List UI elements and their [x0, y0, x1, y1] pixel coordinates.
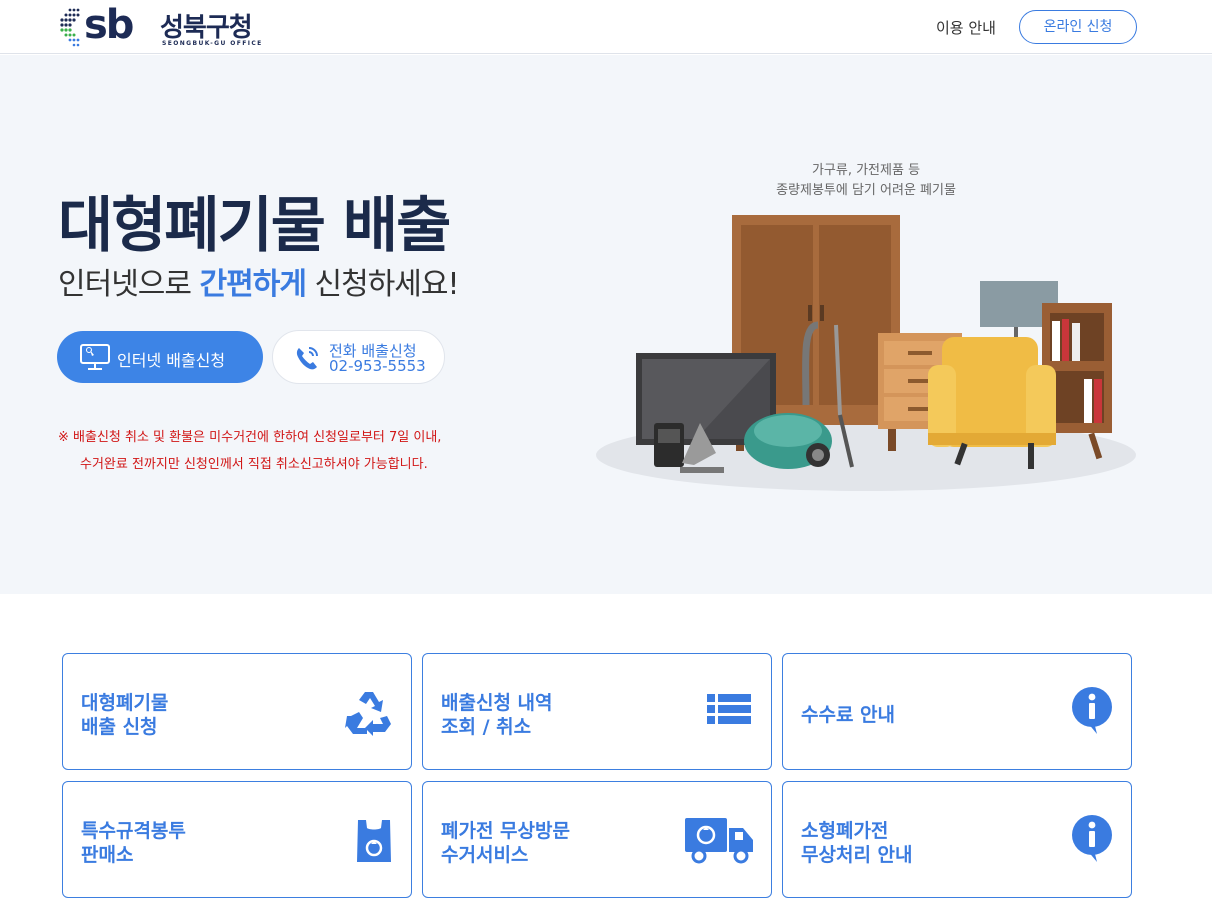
seongbuk-logo[interactable]: sb 성북구청 SEONGBUK-GU OFFICE [56, 2, 276, 50]
internet-apply-button[interactable]: 인터넷 배출신청 [57, 331, 263, 383]
card-label: 수수료 안내 [801, 704, 896, 726]
card-appliance-pickup[interactable]: 폐가전 무상방문 수거서비스 [422, 781, 772, 898]
card-label-line2: 판매소 [81, 844, 134, 866]
card-small-appliance-guide[interactable]: 소형폐가전 무상처리 안내 [782, 781, 1132, 898]
info-icon [1072, 815, 1112, 862]
bulky-waste-illustration [596, 215, 1136, 491]
card-label-line1: 폐가전 무상방문 [441, 820, 570, 842]
subtitle-highlight: 간편하게 [199, 267, 307, 302]
subtitle-post: 신청하세요! [305, 267, 459, 302]
logo-name: 성북구청 [160, 13, 253, 43]
recycle-bag-icon [357, 820, 391, 862]
illustration-caption-2: 종량제봉투에 담기 어려운 폐기물 [776, 183, 956, 198]
card-bulky-waste-apply[interactable]: 대형폐기물 배출 신청 [62, 653, 412, 770]
phone-number: 02-953-5553 [329, 357, 426, 375]
internet-apply-label: 인터넷 배출신청 [117, 351, 226, 370]
card-label-line2: 무상처리 안내 [801, 844, 913, 866]
card-label-line1: 대형폐기물 [81, 692, 169, 714]
info-icon [1072, 687, 1112, 734]
card-bag-stores[interactable]: 특수규격봉투 판매소 [62, 781, 412, 898]
card-label-line1: 배출신청 내역 [441, 692, 553, 714]
subtitle-pre: 인터넷으로 [58, 267, 200, 302]
card-apply-history[interactable]: 배출신청 내역 조회 / 취소 [422, 653, 772, 770]
recycle-icon [345, 692, 391, 736]
hero-title: 대형폐기물 배출 [58, 191, 451, 261]
card-fee-guide[interactable]: 수수료 안내 [782, 653, 1132, 770]
hero-section: 대형폐기물 배출 인터넷으로 간편하게 신청하세요! 인터넷 배출신청 전화 배… [0, 55, 1212, 594]
hero-subtitle: 인터넷으로 간편하게 신청하세요! [58, 259, 460, 303]
site-header: sb 성북구청 SEONGBUK-GU OFFICE 이용 안내 온라인 신청 [0, 0, 1212, 54]
nav-usage-guide[interactable]: 이용 안내 [936, 17, 996, 38]
computer-icon [80, 344, 110, 370]
logo-subtitle: SEONGBUK-GU OFFICE [162, 40, 263, 47]
list-icon [707, 694, 751, 724]
card-label-line2: 수거서비스 [441, 844, 529, 866]
illustration-caption-1: 가구류, 가전제품 등 [811, 163, 921, 178]
cancel-notice-line2: 수거완료 전까지만 신청인께서 직접 취소신고하셔야 가능합니다. [80, 457, 428, 472]
card-label-line2: 배출 신청 [81, 716, 158, 738]
logo-mark: sb [84, 2, 134, 48]
card-label-line2: 조회 / 취소 [441, 716, 532, 738]
card-label-line1: 특수규격봉투 [81, 820, 186, 842]
truck-icon [685, 818, 753, 864]
nav-online-apply-button[interactable]: 온라인 신청 [1019, 10, 1137, 44]
phone-apply-button[interactable]: 전화 배출신청 02-953-5553 [272, 330, 445, 384]
card-label-line1: 소형폐가전 [801, 820, 889, 842]
phone-icon [296, 347, 318, 370]
cancel-notice-line1: ※ 배출신청 취소 및 환불은 미수거건에 한하여 신청일로부터 7일 이내, [58, 430, 442, 445]
logo-emblem-icon [60, 8, 80, 47]
